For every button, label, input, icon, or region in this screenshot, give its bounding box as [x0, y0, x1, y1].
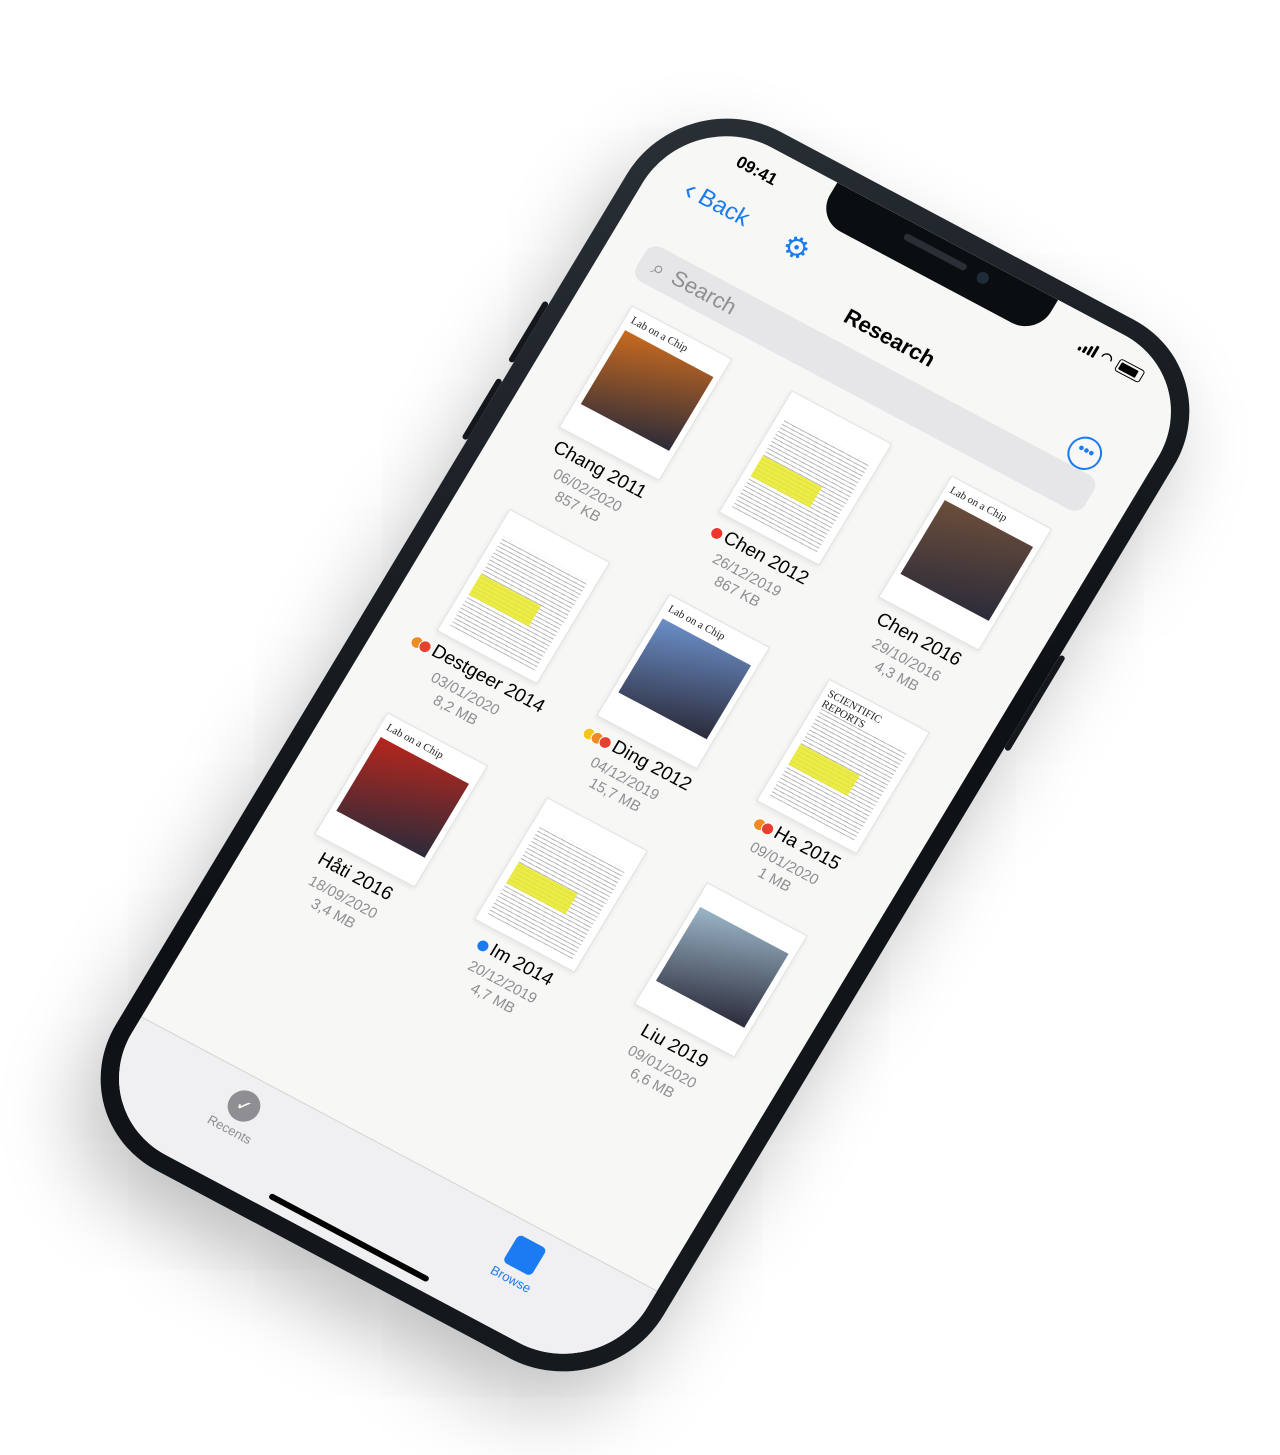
color-tags — [580, 725, 615, 751]
status-icons: ◠ — [1076, 337, 1147, 385]
tab-browse[interactable]: Browse — [488, 1232, 553, 1296]
screen: 09:41 ◠ ‹ Back ⚙ ••• Research ⌕ Search L… — [84, 104, 1206, 1386]
color-tags — [408, 633, 435, 655]
color-tags — [474, 936, 493, 955]
battery-icon — [1113, 357, 1146, 383]
signal-icon — [1076, 338, 1100, 358]
gear-icon[interactable]: ⚙ — [775, 227, 817, 270]
search-placeholder: Search — [666, 265, 742, 320]
color-tags — [750, 815, 777, 837]
wifi-icon: ◠ — [1097, 347, 1117, 368]
stage: 09:41 ◠ ‹ Back ⚙ ••• Research ⌕ Search L… — [0, 0, 1280, 1455]
tab-recents[interactable]: ✓ Recents — [205, 1081, 273, 1147]
status-time: 09:41 — [732, 152, 781, 190]
tab-bar: ✓ Recents Browse — [84, 1016, 658, 1386]
front-camera — [974, 269, 992, 286]
phone-frame: 09:41 ◠ ‹ Back ⚙ ••• Research ⌕ Search L… — [59, 80, 1231, 1410]
color-tags — [707, 524, 727, 542]
home-indicator — [267, 1192, 430, 1283]
search-icon: ⌕ — [647, 254, 671, 282]
cover-art — [655, 906, 789, 1028]
speaker-grille — [902, 232, 969, 272]
